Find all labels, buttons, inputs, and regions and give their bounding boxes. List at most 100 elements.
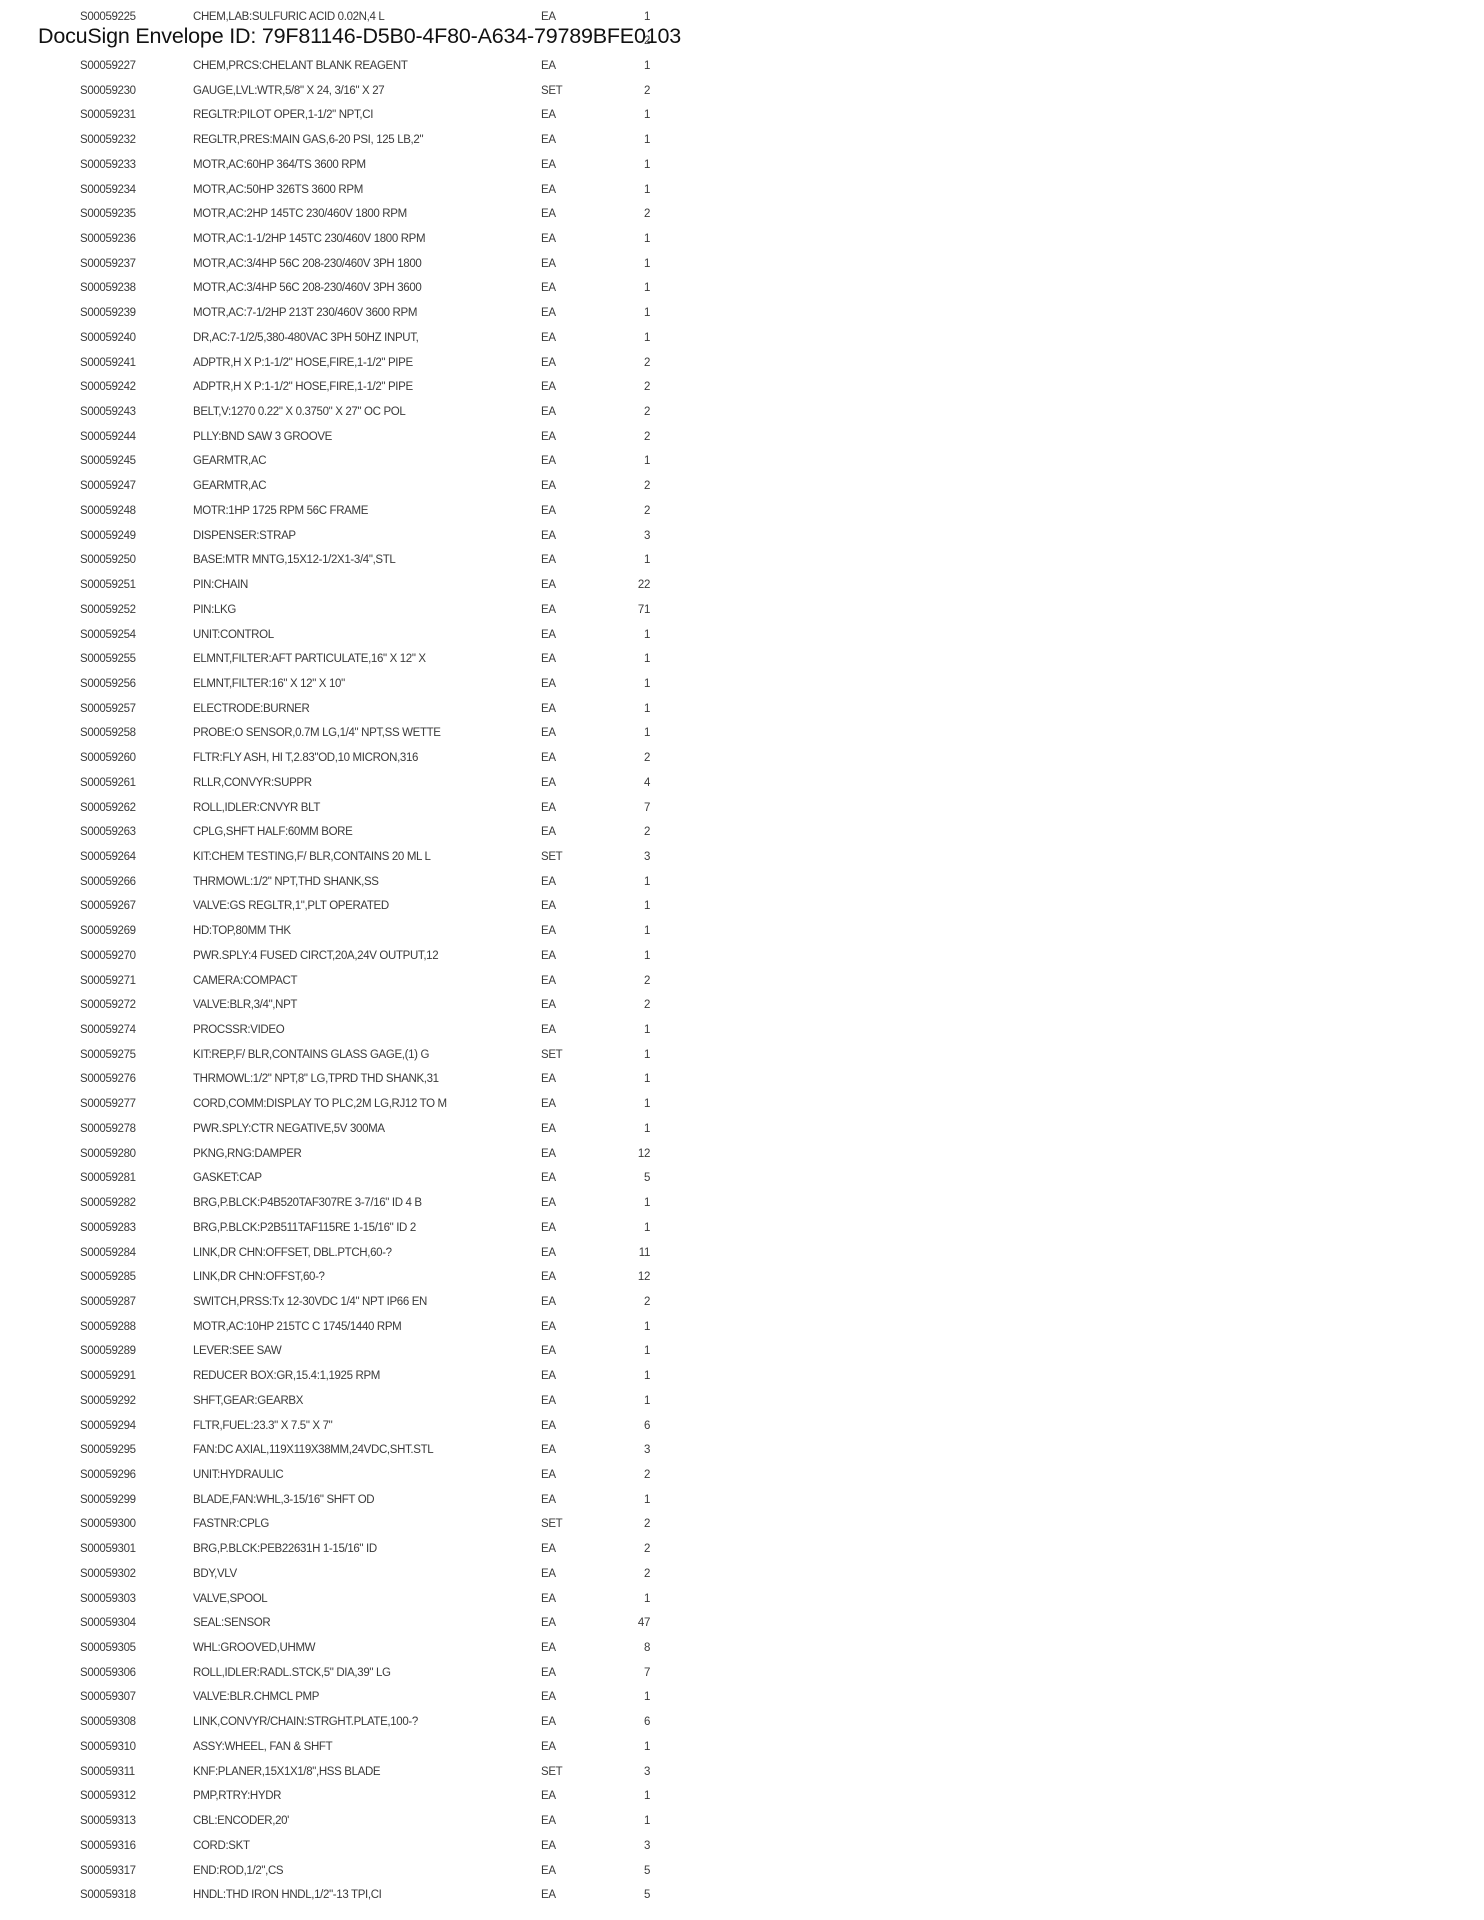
item-id: S00059302 (80, 1567, 136, 1580)
item-id: S00059313 (80, 1815, 136, 1828)
item-quantity: 1 (643, 59, 650, 72)
item-id: S00059274 (80, 1024, 136, 1037)
item-quantity: 6 (643, 1716, 650, 1729)
item-quantity: 2 (643, 208, 650, 221)
item-unit: EA (541, 307, 556, 320)
table-row: S00059291 REDUCER BOX:GR,15.4:1,1925 RPM E… (0, 1366, 700, 1386)
item-id: S00059263 (80, 826, 136, 839)
table-row: S00059247 GEARMTR,AC EA 2 (0, 476, 700, 496)
item-quantity: 2 (643, 826, 650, 839)
item-quantity: 1 (643, 1024, 650, 1037)
item-unit: EA (541, 1419, 556, 1432)
table-row: S00059307 VALVE:BLR.CHMCL PMP EA 1 (0, 1687, 700, 1707)
item-id: S00059258 (80, 727, 136, 740)
table-row: S00059252 PIN:LKG EA 71 (0, 600, 700, 620)
item-description: HNDL:THD IRON HNDL,1/2"-13 TPI,CI (193, 1889, 382, 1902)
item-id: S00059231 (80, 109, 136, 122)
item-id: S00059278 (80, 1122, 136, 1135)
item-id: S00059249 (80, 529, 136, 542)
item-id: S00059283 (80, 1221, 136, 1234)
table-row: S00059231 REGLTR:PILOT OPER,1-1/2" NPT,CI… (0, 105, 700, 125)
item-description: REGLTR:PILOT OPER,1-1/2" NPT,CI (193, 109, 374, 122)
item-description: RLLR,CONVYR:SUPPR (193, 776, 312, 789)
item-quantity: 4 (643, 776, 650, 789)
item-description: LINK,DR CHN:OFFST,60-? (193, 1271, 325, 1284)
item-quantity: 3 (643, 529, 650, 542)
item-description: MOTR,AC:1-1/2HP 145TC 230/460V 1800 RPM (193, 232, 426, 245)
table-row: S00059305 WHL:GROOVED,UHMW EA 8 (0, 1638, 700, 1658)
item-description: PWR.SPLY:CTR NEGATIVE,5V 300MA (193, 1122, 385, 1135)
item-id: S00059262 (80, 801, 136, 814)
item-id: S00059248 (80, 504, 136, 517)
item-unit: EA (541, 1617, 556, 1630)
item-id: S00059235 (80, 208, 136, 221)
item-description: BELT,V:1270 0.22" X 0.3750" X 27" OC POL (193, 406, 406, 419)
item-id: S00059288 (80, 1320, 136, 1333)
item-description: LEVER:SEE SAW (193, 1345, 282, 1358)
item-id: S00059260 (80, 752, 136, 765)
table-row: S00059310 ASSY:WHEEL, FAN & SHFT EA 1 (0, 1737, 700, 1757)
item-description: HD:TOP,80MM THK (193, 925, 291, 938)
table-row: S00059263 CPLG,SHFT HALF:60MM BORE EA 2 (0, 822, 700, 842)
item-description: REGLTR,PRES:MAIN GAS,6-20 PSI, 125 LB,2" (193, 134, 424, 147)
table-row: S00059313 CBL:ENCODER,20' EA 1 (0, 1811, 700, 1831)
table-row: S00059289 LEVER:SEE SAW EA 1 (0, 1341, 700, 1361)
item-quantity: 2 (643, 1518, 650, 1531)
item-quantity: 1 (643, 1394, 650, 1407)
item-id: S00059238 (80, 282, 136, 295)
item-unit: SET (541, 84, 563, 97)
table-row: S00059233 MOTR,AC:60HP 364/TS 3600 RPM EA 1 (0, 155, 700, 175)
item-id: S00059239 (80, 307, 136, 320)
table-row: S00059308 LINK,CONVYR/CHAIN:STRGHT.PLATE,… (0, 1712, 700, 1732)
item-description: REDUCER BOX:GR,15.4:1,1925 RPM (193, 1370, 380, 1383)
item-id: S00059301 (80, 1543, 136, 1556)
item-quantity: 3 (643, 1839, 650, 1852)
item-unit: EA (541, 1147, 556, 1160)
item-description: MOTR,AC:2HP 145TC 230/460V 1800 RPM (193, 208, 407, 221)
item-id: S00059245 (80, 455, 136, 468)
item-id: S00059266 (80, 875, 136, 888)
table-row: S00059287 SWITCH,PRSS:Tx 12-30VDC 1/4" NP… (0, 1292, 700, 1312)
table-row: S00059256 ELMNT,FILTER:16" X 12" X 10" EA 1 (0, 674, 700, 694)
item-quantity: 1 (643, 702, 650, 715)
table-row: S00059302 BDY,VLV EA 2 (0, 1564, 700, 1584)
item-unit: SET (541, 1048, 563, 1061)
item-unit: EA (541, 653, 556, 666)
table-row: S00059274 PROCSSR:VIDEO EA 1 (0, 1020, 700, 1040)
item-id: S00059234 (80, 183, 136, 196)
item-quantity: 1 (643, 875, 650, 888)
table-row: S00059282 BRG,P.BLCK:P4B520TAF307RE 3-7/1… (0, 1193, 700, 1213)
item-description: VALVE:BLR,3/4",NPT (193, 999, 298, 1012)
item-description: GAUGE,LVL:WTR,5/8" X 24, 3/16" X 27 (193, 84, 385, 97)
item-unit: EA (541, 356, 556, 369)
item-description: ADPTR,H X P:1-1/2" HOSE,FIRE,1-1/2" PIPE (193, 356, 413, 369)
item-unit: EA (541, 208, 556, 221)
table-row: S00059318 HNDL:THD IRON HNDL,1/2"-13 TPI,… (0, 1885, 700, 1905)
table-row: S00059311 KNF:PLANER,15X1X1/8",HSS BLADE S… (0, 1762, 700, 1782)
item-unit: EA (541, 1345, 556, 1358)
item-id: S00059243 (80, 406, 136, 419)
item-quantity: 1 (643, 1221, 650, 1234)
table-row: S00059294 FLTR,FUEL:23.3" X 7.5" X 7" EA 6 (0, 1416, 700, 1436)
item-unit: EA (541, 1642, 556, 1655)
table-row: S00059249 DISPENSER:STRAP EA 3 (0, 526, 700, 546)
item-quantity: 2 (643, 381, 650, 394)
item-description: CORD:SKT (193, 1839, 250, 1852)
item-description: CHEM,PRCS:CHELANT BLANK REAGENT (193, 59, 408, 72)
table-row: S00059284 LINK,DR CHN:OFFSET, DBL.PTCH,60… (0, 1243, 700, 1263)
item-quantity: 2 (643, 752, 650, 765)
table-row: S00059272 VALVE:BLR,3/4",NPT EA 2 (0, 995, 700, 1015)
item-quantity: 1 (643, 1098, 650, 1111)
table-row: S00059312 PMP,RTRY:HYDR EA 1 (0, 1786, 700, 1806)
table-row: S00059280 PKNG,RNG:DAMPER EA 12 (0, 1144, 700, 1164)
item-id: S00059241 (80, 356, 136, 369)
item-unit: EA (541, 1295, 556, 1308)
table-row: S00059316 CORD:SKT EA 3 (0, 1836, 700, 1856)
table-row: S00059300 FASTNR:CPLG SET 2 (0, 1514, 700, 1534)
table-row: S00059266 THRMOWL:1/2" NPT,THD SHANK,SS EA… (0, 872, 700, 892)
item-quantity: 5 (643, 1172, 650, 1185)
item-unit: EA (541, 1394, 556, 1407)
item-description: WHL:GROOVED,UHMW (193, 1642, 316, 1655)
item-description: FLTR:FLY ASH, HI T,2.83"OD,10 MICRON,316 (193, 752, 419, 765)
item-id: S00059269 (80, 925, 136, 938)
